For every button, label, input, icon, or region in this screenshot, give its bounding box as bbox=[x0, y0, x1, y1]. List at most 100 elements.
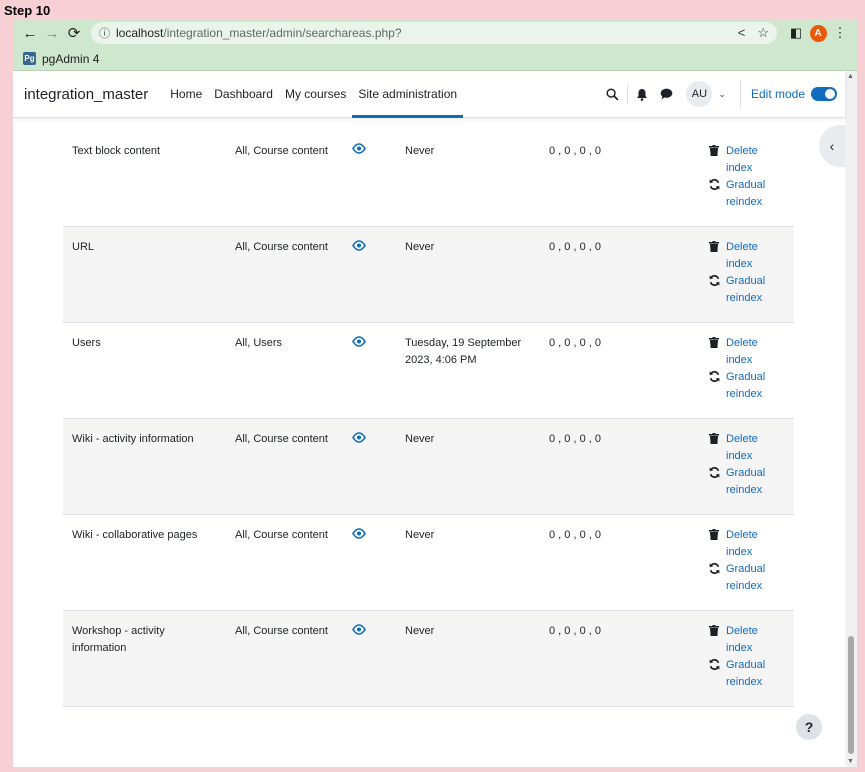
area-name: Text block content bbox=[72, 145, 161, 157]
user-menu[interactable]: AU ⌄ bbox=[686, 81, 726, 107]
delete-index-action[interactable]: Delete index bbox=[708, 143, 788, 177]
delete-index-action[interactable]: Delete index bbox=[708, 239, 788, 273]
nav-dashboard[interactable]: Dashboard bbox=[214, 71, 273, 118]
area-name: Wiki - collaborative pages bbox=[72, 529, 198, 541]
address-bar[interactable]: ⓘ localhost/integration_master/admin/sea… bbox=[91, 22, 777, 44]
gradual-reindex-link[interactable]: Gradual reindex bbox=[726, 561, 782, 595]
nav-home[interactable]: Home bbox=[170, 71, 202, 118]
table-row: Wiki - collaborative pages All, Course c… bbox=[63, 515, 794, 611]
bookmark-pgadmin[interactable]: pgAdmin 4 bbox=[42, 52, 99, 66]
trash-icon bbox=[708, 239, 720, 252]
table-row: Wiki - activity information All, Course … bbox=[63, 419, 794, 515]
gradual-reindex-action[interactable]: Gradual reindex bbox=[708, 561, 788, 595]
table-row: URL All, Course content Never 0 , 0 , 0 … bbox=[63, 227, 794, 323]
area-categories: All, Course content bbox=[235, 625, 328, 637]
eye-icon[interactable] bbox=[352, 528, 366, 545]
area-categories: All, Users bbox=[235, 337, 283, 349]
chevron-down-icon: ⌄ bbox=[718, 88, 726, 99]
table-row: Workshop - activity information All, Cou… bbox=[63, 611, 794, 707]
trash-icon bbox=[708, 143, 720, 156]
profile-avatar[interactable]: A bbox=[807, 22, 829, 44]
share-icon[interactable]: < bbox=[738, 25, 746, 41]
pgadmin-icon: Pg bbox=[23, 52, 36, 65]
scroll-thumb[interactable] bbox=[848, 636, 854, 754]
page-scrollbar[interactable]: ▲ ▼ bbox=[845, 71, 857, 767]
table-row: Users All, Users Tuesday, 19 September 2… bbox=[63, 323, 794, 419]
last-indexed: Never bbox=[405, 529, 435, 541]
index-counts: 0 , 0 , 0 , 0 bbox=[549, 433, 601, 445]
help-button[interactable]: ? bbox=[796, 714, 822, 740]
row-actions: Delete index Gradual reindex bbox=[708, 143, 788, 211]
delete-index-action[interactable]: Delete index bbox=[708, 527, 788, 561]
delete-index-action[interactable]: Delete index bbox=[708, 335, 788, 369]
url-host: localhost bbox=[116, 26, 164, 40]
delete-index-link[interactable]: Delete index bbox=[726, 431, 782, 465]
gradual-reindex-action[interactable]: Gradual reindex bbox=[708, 273, 788, 307]
nav-my-courses[interactable]: My courses bbox=[285, 71, 346, 118]
area-name: Wiki - activity information bbox=[72, 433, 194, 445]
user-avatar: AU bbox=[686, 81, 713, 107]
drawer-open-button[interactable]: ‹ bbox=[819, 125, 845, 167]
delete-index-link[interactable]: Delete index bbox=[726, 623, 782, 657]
forward-icon[interactable]: → bbox=[41, 22, 63, 44]
gradual-reindex-action[interactable]: Gradual reindex bbox=[708, 465, 788, 499]
edit-mode-toggle[interactable] bbox=[811, 87, 837, 101]
chevron-left-icon: ‹ bbox=[829, 138, 835, 154]
last-indexed: Never bbox=[405, 433, 435, 445]
search-areas-table: Text block content All, Course content N… bbox=[63, 110, 794, 707]
search-icon[interactable] bbox=[600, 82, 624, 106]
gradual-reindex-link[interactable]: Gradual reindex bbox=[726, 465, 782, 499]
gradual-reindex-link[interactable]: Gradual reindex bbox=[726, 273, 782, 307]
bell-icon[interactable] bbox=[630, 82, 654, 106]
sync-icon bbox=[708, 369, 720, 382]
delete-index-action[interactable]: Delete index bbox=[708, 431, 788, 465]
index-counts: 0 , 0 , 0 , 0 bbox=[549, 145, 601, 157]
profile-initial: A bbox=[809, 24, 827, 42]
table-row: Text block content All, Course content N… bbox=[63, 110, 794, 227]
url-path: /integration_master/admin/searchareas.ph… bbox=[163, 26, 402, 40]
area-name: URL bbox=[72, 241, 95, 253]
step-label: Step 10 bbox=[4, 3, 51, 18]
gradual-reindex-link[interactable]: Gradual reindex bbox=[726, 177, 782, 211]
gradual-reindex-action[interactable]: Gradual reindex bbox=[708, 177, 788, 211]
scroll-down-icon[interactable]: ▼ bbox=[847, 758, 854, 765]
scroll-up-icon[interactable]: ▲ bbox=[847, 73, 854, 80]
gradual-reindex-link[interactable]: Gradual reindex bbox=[726, 369, 782, 403]
delete-index-link[interactable]: Delete index bbox=[726, 527, 782, 561]
back-icon[interactable]: ← bbox=[19, 22, 41, 44]
eye-icon[interactable] bbox=[352, 336, 366, 353]
site-name[interactable]: integration_master bbox=[24, 86, 148, 103]
messages-icon[interactable] bbox=[654, 82, 678, 106]
delete-index-link[interactable]: Delete index bbox=[726, 335, 782, 369]
eye-icon[interactable] bbox=[352, 432, 366, 449]
area-categories: All, Course content bbox=[235, 529, 328, 541]
last-indexed: Never bbox=[405, 625, 435, 637]
index-counts: 0 , 0 , 0 , 0 bbox=[549, 625, 601, 637]
delete-index-link[interactable]: Delete index bbox=[726, 239, 782, 273]
gradual-reindex-link[interactable]: Gradual reindex bbox=[726, 657, 782, 691]
site-info-icon[interactable]: ⓘ bbox=[99, 25, 110, 41]
delete-index-link[interactable]: Delete index bbox=[726, 143, 782, 177]
eye-icon[interactable] bbox=[352, 143, 366, 160]
delete-index-action[interactable]: Delete index bbox=[708, 623, 788, 657]
gradual-reindex-action[interactable]: Gradual reindex bbox=[708, 369, 788, 403]
index-counts: 0 , 0 , 0 , 0 bbox=[549, 337, 601, 349]
eye-icon[interactable] bbox=[352, 240, 366, 257]
area-categories: All, Course content bbox=[235, 241, 328, 253]
bookmark-star-icon[interactable]: ☆ bbox=[757, 25, 769, 41]
gradual-reindex-action[interactable]: Gradual reindex bbox=[708, 657, 788, 691]
trash-icon bbox=[708, 623, 720, 636]
row-actions: Delete index Gradual reindex bbox=[708, 431, 788, 499]
browser-window: ← → ⟳ ⓘ localhost/integration_master/adm… bbox=[13, 19, 857, 767]
nav-site-administration[interactable]: Site administration bbox=[352, 71, 463, 118]
trash-icon bbox=[708, 527, 720, 540]
sync-icon bbox=[708, 657, 720, 670]
side-panel-icon[interactable]: ◧ bbox=[785, 22, 807, 44]
eye-icon[interactable] bbox=[352, 624, 366, 641]
index-counts: 0 , 0 , 0 , 0 bbox=[549, 241, 601, 253]
reload-icon[interactable]: ⟳ bbox=[63, 22, 85, 44]
trash-icon bbox=[708, 335, 720, 348]
kebab-menu-icon[interactable]: ⋮ bbox=[829, 22, 851, 44]
area-categories: All, Course content bbox=[235, 433, 328, 445]
last-indexed: Tuesday, 19 September 2023, 4:06 PM bbox=[405, 337, 522, 366]
